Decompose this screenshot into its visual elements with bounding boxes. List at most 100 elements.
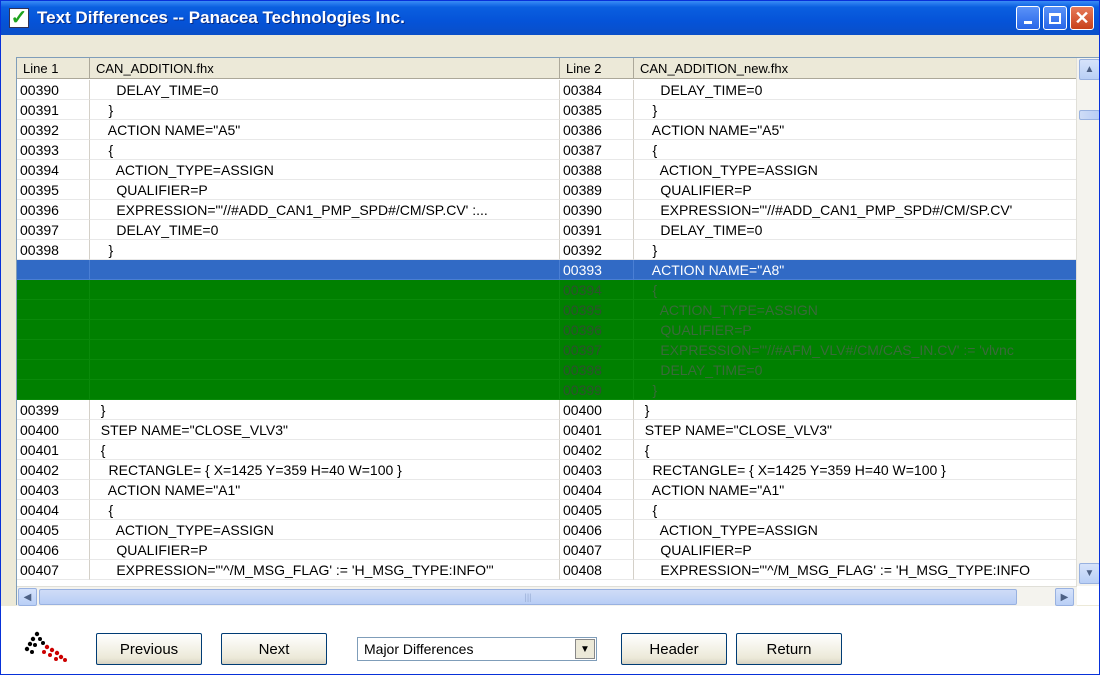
text-right: QUALIFIER=P <box>634 540 1077 560</box>
text-left: } <box>90 240 560 260</box>
text-right: EXPRESSION="'//#AFM_VLV#/CM/CAS_IN.CV' :… <box>634 340 1077 360</box>
header-line2[interactable]: Line 2 <box>560 58 634 79</box>
table-row[interactable]: 00391 } 00385 } <box>17 100 1077 120</box>
return-button[interactable]: Return <box>736 633 842 665</box>
table-row[interactable]: 00406 QUALIFIER=P 00407 QUALIFIER=P <box>17 540 1077 560</box>
table-row[interactable]: 00400 STEP NAME="CLOSE_VLV3" 00401 STEP N… <box>17 420 1077 440</box>
text-right: DELAY_TIME=0 <box>634 80 1077 100</box>
table-row[interactable]: 00402 RECTANGLE= { X=1425 Y=359 H=40 W=1… <box>17 460 1077 480</box>
line-number-right: 00408 <box>560 560 634 580</box>
previous-button[interactable]: Previous <box>96 633 202 665</box>
line-number-left <box>17 300 90 320</box>
text-left: QUALIFIER=P <box>90 540 560 560</box>
line-number-left <box>17 320 90 340</box>
table-row[interactable]: 00399 } <box>17 380 1077 400</box>
scroll-right-button[interactable]: ▶ <box>1055 588 1074 606</box>
table-row[interactable]: 00395 ACTION_TYPE=ASSIGN <box>17 300 1077 320</box>
scroll-left-button[interactable]: ◀ <box>18 588 37 606</box>
minimize-button[interactable] <box>1016 6 1040 30</box>
line-number-right: 00385 <box>560 100 634 120</box>
dropdown-arrow-icon[interactable]: ▼ <box>575 639 595 659</box>
text-right: { <box>634 440 1077 460</box>
table-row[interactable]: 00405 ACTION_TYPE=ASSIGN 00406 ACTION_TYP… <box>17 520 1077 540</box>
header-file1[interactable]: CAN_ADDITION.fhx <box>90 58 560 79</box>
header-line1[interactable]: Line 1 <box>17 58 90 79</box>
table-row[interactable]: 00394 ACTION_TYPE=ASSIGN 00388 ACTION_TYP… <box>17 160 1077 180</box>
line-number-left: 00398 <box>17 240 90 260</box>
table-row[interactable]: 00404 {00405 { <box>17 500 1077 520</box>
diff-grid[interactable]: Line 1 CAN_ADDITION.fhx Line 2 CAN_ADDIT… <box>16 57 1099 606</box>
line-number-right: 00391 <box>560 220 634 240</box>
line-number-right: 00407 <box>560 540 634 560</box>
table-row[interactable]: 00397 DELAY_TIME=0 00391 DELAY_TIME=0 <box>17 220 1077 240</box>
line-number-right: 00393 <box>560 260 634 280</box>
text-left: DELAY_TIME=0 <box>90 220 560 240</box>
text-right: { <box>634 280 1077 300</box>
table-row[interactable]: 00395 QUALIFIER=P 00389 QUALIFIER=P <box>17 180 1077 200</box>
difference-filter-select[interactable]: Major Differences ▼ <box>357 637 597 661</box>
text-right: QUALIFIER=P <box>634 320 1077 340</box>
text-left: ACTION NAME="A5" <box>90 120 560 140</box>
table-row[interactable]: 00393 ACTION NAME="A8" <box>17 260 1077 280</box>
line-number-right: 00402 <box>560 440 634 460</box>
line-number-right: 00388 <box>560 160 634 180</box>
button-bar: Previous Next Major Differences ▼ Header… <box>1 606 1099 674</box>
table-row[interactable]: 00396 QUALIFIER=P <box>17 320 1077 340</box>
text-left: STEP NAME="CLOSE_VLV3" <box>90 420 560 440</box>
table-row[interactable]: 00393 {00387 { <box>17 140 1077 160</box>
close-button[interactable]: ✕ <box>1070 6 1094 30</box>
line-number-right: 00397 <box>560 340 634 360</box>
text-right: ACTION_TYPE=ASSIGN <box>634 300 1077 320</box>
text-left: { <box>90 440 560 460</box>
line-number-right: 00400 <box>560 400 634 420</box>
scroll-down-button[interactable]: ▼ <box>1079 563 1099 584</box>
line-number-left: 00391 <box>17 100 90 120</box>
table-row[interactable]: 00398 DELAY_TIME=0 <box>17 360 1077 380</box>
text-left <box>90 320 560 340</box>
chevron-left-icon: ◀ <box>23 591 32 603</box>
header-file2[interactable]: CAN_ADDITION_new.fhx <box>634 58 1077 79</box>
text-left <box>90 380 560 400</box>
maximize-button[interactable] <box>1043 6 1067 30</box>
horizontal-scroll-thumb[interactable]: ||| <box>39 589 1017 605</box>
line-number-left: 00405 <box>17 520 90 540</box>
text-left: { <box>90 500 560 520</box>
table-row[interactable]: 00396 EXPRESSION="'//#ADD_CAN1_PMP_SPD#/… <box>17 200 1077 220</box>
table-row[interactable]: 00403 ACTION NAME="A1" 00404 ACTION NAME=… <box>17 480 1077 500</box>
line-number-right: 00403 <box>560 460 634 480</box>
table-row[interactable]: 00398 } 00392 } <box>17 240 1077 260</box>
table-row[interactable]: 00407 EXPRESSION="'^/M_MSG_FLAG' := 'H_M… <box>17 560 1077 580</box>
text-left <box>90 300 560 320</box>
text-right: ACTION NAME="A8" <box>634 260 1077 280</box>
line-number-left: 00394 <box>17 160 90 180</box>
vertical-scrollbar[interactable]: ▲ ▼ <box>1076 58 1099 586</box>
text-right: DELAY_TIME=0 <box>634 360 1077 380</box>
text-left: ACTION_TYPE=ASSIGN <box>90 160 560 180</box>
table-row[interactable]: 00401 {00402 { <box>17 440 1077 460</box>
line-number-left: 00392 <box>17 120 90 140</box>
line-number-right: 00401 <box>560 420 634 440</box>
text-right: EXPRESSION="'//#ADD_CAN1_PMP_SPD#/CM/SP.… <box>634 200 1077 220</box>
title-bar[interactable]: ✓ Text Differences -- Panacea Technologi… <box>1 1 1099 35</box>
line-number-left: 00390 <box>17 80 90 100</box>
text-right: } <box>634 240 1077 260</box>
scroll-up-button[interactable]: ▲ <box>1079 59 1099 80</box>
chevron-up-icon: ▲ <box>1084 64 1095 75</box>
table-row[interactable]: 00399 } 00400 } <box>17 400 1077 420</box>
table-row[interactable]: 00390 DELAY_TIME=0 00384 DELAY_TIME=0 <box>17 80 1077 100</box>
maximize-icon <box>1049 12 1061 24</box>
horizontal-scrollbar[interactable]: ◀ ||| ▶ <box>17 586 1077 606</box>
text-left <box>90 340 560 360</box>
header-button[interactable]: Header <box>621 633 727 665</box>
text-right: ACTION NAME="A5" <box>634 120 1077 140</box>
table-row[interactable]: 00397 EXPRESSION="'//#AFM_VLV#/CM/CAS_IN… <box>17 340 1077 360</box>
table-row[interactable]: 00392 ACTION NAME="A5" 00386 ACTION NAME=… <box>17 120 1077 140</box>
line-number-left: 00402 <box>17 460 90 480</box>
vertical-scroll-thumb[interactable] <box>1079 110 1099 120</box>
line-number-right: 00390 <box>560 200 634 220</box>
table-row[interactable]: 00394 { <box>17 280 1077 300</box>
text-left <box>90 280 560 300</box>
next-button[interactable]: Next <box>221 633 327 665</box>
text-right: DELAY_TIME=0 <box>634 220 1077 240</box>
line-number-left: 00397 <box>17 220 90 240</box>
